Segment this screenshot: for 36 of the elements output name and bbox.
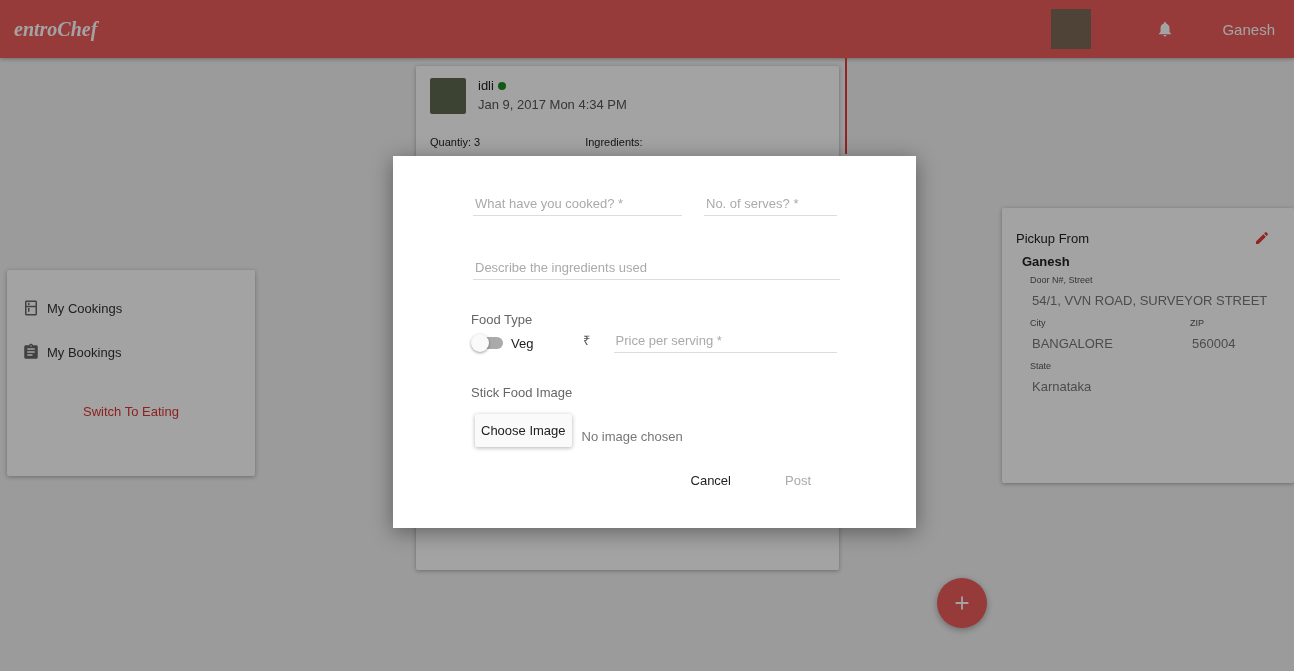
- clipboard-icon: [22, 343, 40, 361]
- serves-field[interactable]: No. of serves? *: [704, 192, 837, 216]
- pickup-title: Pickup From: [1016, 230, 1089, 246]
- quantity-text: Quantiy: 3: [430, 136, 481, 148]
- veg-toggle[interactable]: [471, 333, 505, 353]
- food-type-label: Food Type: [471, 312, 534, 327]
- food-photo-placeholder: [430, 78, 466, 114]
- toggle-label: Veg: [511, 335, 534, 351]
- pickup-name: Ganesh: [1022, 254, 1071, 269]
- add-button[interactable]: [937, 578, 987, 628]
- image-status: No image chosen: [581, 429, 683, 444]
- address-value: BANGALORE: [1032, 336, 1114, 351]
- avatar-photo-placeholder[interactable]: [1051, 9, 1092, 49]
- address-value: Karnataka: [1032, 379, 1093, 394]
- ingredients-label: Ingredients:: [585, 136, 643, 148]
- edit-icon[interactable]: [1254, 230, 1270, 246]
- address-label: Door N#, Street: [1030, 275, 1094, 285]
- fridge-icon: [22, 299, 40, 317]
- dialog-button[interactable]: Cancel: [674, 467, 747, 494]
- currency-symbol: ₹: [582, 332, 591, 349]
- price-field[interactable]: Price per serving *: [613, 329, 837, 353]
- address-label: State: [1030, 361, 1052, 371]
- sidebar-item[interactable]: My Bookings: [22, 330, 240, 374]
- ingredients-field[interactable]: Describe the ingredients used: [473, 256, 840, 280]
- post-date: Jan 9, 2017 Mon 4:34 PM: [478, 97, 627, 112]
- choose-image-button[interactable]: Choose Image: [475, 414, 572, 447]
- image-label: Stick Food Image: [471, 385, 574, 400]
- address-value: 54/1, VVN ROAD, SURVEYOR STREET: [1032, 293, 1269, 308]
- address-label: ZIP: [1190, 318, 1205, 328]
- post-title: idli: [478, 78, 494, 93]
- status-dot: [497, 81, 506, 90]
- switch-mode-link[interactable]: Switch To Eating: [22, 404, 240, 419]
- address-value: 560004: [1192, 336, 1237, 351]
- dish-field[interactable]: What have you cooked? *: [473, 192, 682, 216]
- address-label: City: [1030, 318, 1047, 328]
- sidebar-item[interactable]: My Cookings: [22, 286, 240, 330]
